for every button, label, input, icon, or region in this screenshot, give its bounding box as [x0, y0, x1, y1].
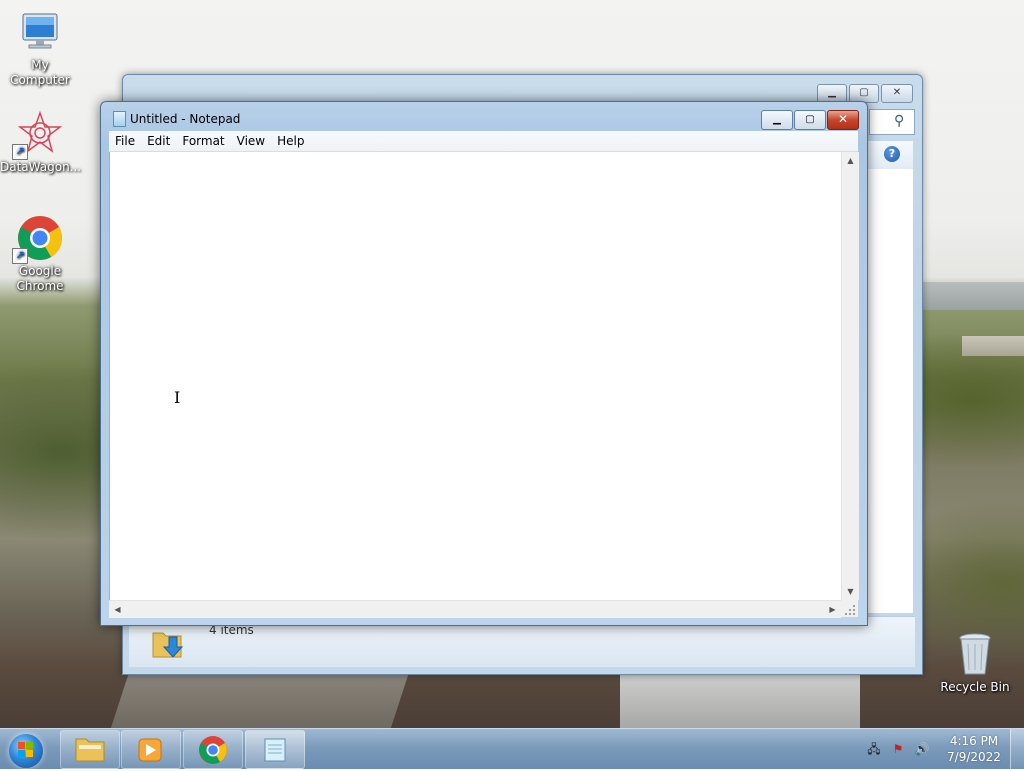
text-editor[interactable]: [109, 152, 842, 600]
volume-icon[interactable]: 🔊: [914, 741, 930, 757]
desktop-icon-label: Recycle Bin: [940, 680, 1010, 694]
help-icon[interactable]: ?: [884, 146, 900, 162]
folder-icon: [75, 738, 105, 762]
explorer-content-pane[interactable]: [867, 169, 913, 613]
vertical-scrollbar[interactable]: ▲ ▼: [841, 152, 859, 600]
close-button[interactable]: ✕: [827, 110, 859, 130]
desktop-icon-label: Google Chrome: [16, 264, 64, 293]
chrome-icon: [199, 736, 227, 764]
my-computer-icon: [16, 8, 64, 56]
maximize-button[interactable]: ▢: [794, 110, 826, 130]
clock-date: 7/9/2022: [947, 750, 1001, 764]
minimize-button[interactable]: ▁: [761, 110, 793, 130]
menu-help[interactable]: Help: [271, 131, 310, 151]
menu-file[interactable]: File: [109, 131, 141, 151]
menu-edit[interactable]: Edit: [141, 131, 176, 151]
desktop-icon-recycle-bin[interactable]: Recycle Bin: [935, 630, 1015, 695]
explorer-close-button[interactable]: ✕: [881, 84, 913, 103]
desktop-icon-google-chrome[interactable]: ↗ Google Chrome: [0, 214, 80, 294]
shortcut-arrow-icon: ↗: [12, 144, 28, 160]
wallpaper-building: [922, 282, 1024, 310]
resize-grip[interactable]: [841, 600, 858, 617]
chrome-icon: ↗: [12, 214, 64, 264]
taskbar-chrome-button[interactable]: [183, 730, 243, 769]
taskbar-notepad-button[interactable]: [245, 730, 305, 769]
clock-time: 4:16 PM: [949, 734, 999, 748]
windows-orb-icon: [9, 734, 43, 768]
notepad-app-icon[interactable]: [113, 111, 126, 127]
scroll-up-icon[interactable]: ▲: [842, 152, 859, 169]
network-icon[interactable]: 🖧: [866, 741, 882, 757]
media-player-icon: [138, 738, 162, 762]
desktop-icon-label: My Computer: [10, 58, 70, 87]
taskbar-explorer-button[interactable]: [60, 730, 120, 769]
search-icon[interactable]: ⚲: [894, 113, 910, 129]
scroll-right-icon[interactable]: ▶: [824, 601, 841, 618]
notepad-window[interactable]: Untitled - Notepad ▁ ▢ ✕ File Edit Format V…: [100, 101, 868, 626]
text-cursor-icon: I: [174, 388, 181, 407]
desktop-icon-my-computer[interactable]: My Computer: [0, 8, 80, 88]
recycle-bin-icon: [951, 630, 999, 678]
window-title: Untitled - Notepad: [130, 112, 241, 126]
desktop-icon-label: DataWagon...: [0, 160, 82, 174]
shortcut-arrow-icon: ↗: [12, 248, 28, 264]
notepad-icon: [264, 738, 286, 762]
desktop-icon-datawagon[interactable]: ↗ DataWagon...: [0, 110, 82, 175]
explorer-search-box[interactable]: ⚲: [869, 109, 915, 135]
datawagon-icon: ↗: [12, 110, 64, 160]
menu-bar: File Edit Format View Help: [109, 131, 858, 152]
horizontal-scrollbar[interactable]: ◀ ▶: [109, 600, 841, 618]
menu-view[interactable]: View: [231, 131, 271, 151]
downloads-folder-icon: [151, 625, 187, 661]
wallpaper-building: [962, 336, 1024, 356]
clock[interactable]: 4:16 PM 7/9/2022: [940, 733, 1008, 765]
taskbar: 🖧 ⚑ 🔊 4:16 PM 7/9/2022: [0, 728, 1024, 769]
wallpaper-roof: [620, 672, 860, 728]
taskbar-media-player-button[interactable]: [121, 730, 181, 769]
wallpaper-road: [110, 672, 410, 728]
windows-flag-icon: [18, 742, 34, 758]
menu-format[interactable]: Format: [176, 131, 230, 151]
start-button[interactable]: [4, 731, 48, 768]
show-desktop-button[interactable]: [1010, 729, 1024, 769]
scroll-left-icon[interactable]: ◀: [109, 601, 126, 618]
scroll-down-icon[interactable]: ▼: [842, 583, 859, 600]
explorer-toolbar: ?: [867, 141, 913, 170]
action-center-icon[interactable]: ⚑: [890, 741, 906, 757]
